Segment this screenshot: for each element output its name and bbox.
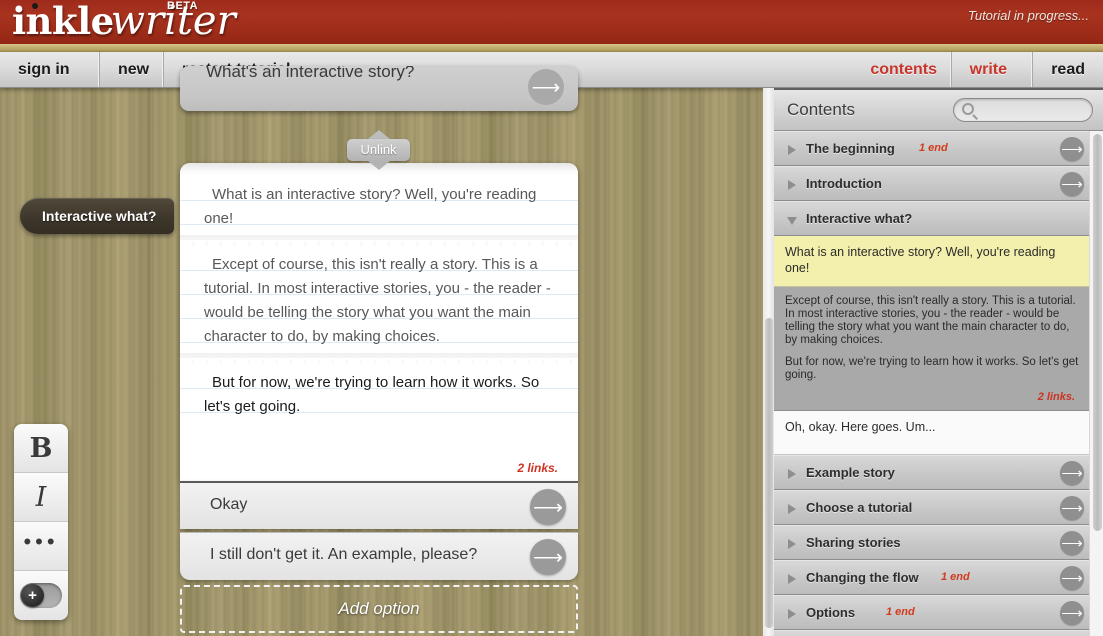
chevron-right-icon[interactable] [788, 504, 796, 514]
nav-sign-in[interactable]: sign in [0, 52, 88, 87]
sidebar-next-line[interactable]: Oh, okay. Here goes. Um... [774, 411, 1103, 455]
unlink-notch-up-icon [367, 130, 390, 139]
contents-list: The beginning 1 end ⟶ Introduction ⟶ Int… [774, 131, 1103, 636]
chevron-right-icon[interactable] [788, 539, 796, 549]
previous-card-title: What's an interactive story? [206, 66, 415, 81]
contents-sidebar: Contents The beginning 1 end ⟶ Introduct… [774, 88, 1103, 636]
links-count-label: 2 links. [517, 461, 558, 475]
chevron-right-icon[interactable] [788, 574, 796, 584]
app-header: inklewriter BETA Tutorial in progress... [0, 0, 1103, 52]
bold-button[interactable]: B [14, 424, 68, 473]
sidebar-item-options[interactable]: Options 1 end ⟶ [774, 595, 1103, 630]
contents-title: Contents [787, 100, 856, 119]
sidebar-links-count: 2 links. [1037, 391, 1075, 403]
arrow-right-icon[interactable]: ⟶ [530, 539, 566, 575]
node-title-tab[interactable]: Interactive what? [20, 198, 175, 234]
sidebar-item-introduction[interactable]: Introduction ⟶ [774, 166, 1103, 201]
paper-tear-divider-1 [180, 235, 578, 247]
paragraph-1[interactable]: What is an interactive story? Well, you'… [180, 177, 578, 235]
paragraph-3-text: But for now, we're trying to learn how i… [204, 374, 540, 415]
add-toggle-button[interactable]: + [14, 571, 68, 620]
sidebar-item-interactive-what[interactable]: Interactive what? [774, 201, 1103, 236]
sidebar-item-label: Example story [806, 465, 895, 480]
unlink-label[interactable]: Unlink [347, 139, 410, 161]
story-column: What's an interactive story? ⟶ Unlink Wh… [180, 66, 578, 636]
sidebar-item-example-story[interactable]: Example story ⟶ [774, 455, 1103, 490]
sidebar-item-the-beginning[interactable]: The beginning 1 end ⟶ [774, 131, 1103, 166]
end-count-badge: 1 end [886, 606, 915, 618]
search-input[interactable] [953, 98, 1093, 122]
sidebar-highlighted-paragraph[interactable]: What is an interactive story? Well, you'… [774, 236, 1103, 287]
sidebar-item-label: Sharing stories [806, 535, 901, 550]
sidebar-grey-paragraph-block[interactable]: Except of course, this isn't really a st… [774, 287, 1103, 411]
sidebar-item-the-contents-list[interactable]: The Contents List ⟶ [774, 630, 1103, 636]
arrow-right-icon[interactable]: ⟶ [530, 489, 566, 525]
sidebar-scrollbar[interactable] [1089, 131, 1103, 636]
format-toolbar: B I ••• + [14, 424, 68, 620]
sidebar-item-label: Choose a tutorial [806, 500, 913, 515]
sidebar-item-label: Changing the flow [806, 570, 919, 585]
plus-icon: + [21, 584, 44, 607]
unlink-badge[interactable]: Unlink [347, 130, 410, 170]
italic-button[interactable]: I [14, 473, 68, 522]
arrow-right-icon[interactable]: ⟶ [1060, 566, 1084, 590]
arrow-right-icon[interactable]: ⟶ [1060, 461, 1084, 485]
story-text-card[interactable]: What is an interactive story? Well, you'… [180, 163, 578, 481]
sidebar-item-sharing-stories[interactable]: Sharing stories ⟶ [774, 525, 1103, 560]
app-root: inklewriter BETA Tutorial in progress...… [0, 0, 1103, 636]
paragraph-1-text: What is an interactive story? Well, you'… [204, 186, 537, 227]
sidebar-item-label: Introduction [806, 176, 882, 191]
contents-header: Contents [774, 90, 1103, 131]
end-count-badge: 1 end [941, 571, 970, 583]
sidebar-item-label: Options [806, 605, 856, 620]
nav-contents[interactable]: contents [852, 52, 955, 87]
paragraph-3[interactable]: But for now, we're trying to learn how i… [180, 365, 578, 423]
chevron-right-icon[interactable] [788, 180, 796, 190]
arrow-right-icon[interactable]: ⟶ [1060, 172, 1084, 196]
option-label: I still don't get it. An example, please… [210, 546, 478, 563]
end-count-badge: 1 end [919, 142, 948, 154]
logo-dot [32, 3, 38, 9]
story-scrollbar-thumb[interactable] [765, 318, 773, 628]
tutorial-status-text: Tutorial in progress... [967, 8, 1089, 23]
nav-read[interactable]: read [1032, 52, 1103, 87]
chevron-right-icon[interactable] [788, 609, 796, 619]
sidebar-item-label: Interactive what? [806, 211, 913, 226]
sidebar-paragraph-2: But for now, we're trying to learn how i… [785, 356, 1079, 381]
previous-story-card[interactable]: What's an interactive story? ⟶ [180, 66, 578, 111]
more-options-button[interactable]: ••• [14, 522, 68, 571]
nav-new[interactable]: new [99, 52, 167, 87]
paragraph-2-text: Except of course, this isn't really a st… [204, 256, 551, 345]
logo-beta-badge: BETA [167, 0, 199, 12]
chevron-down-icon[interactable] [787, 217, 797, 225]
add-switch[interactable]: + [20, 583, 62, 608]
story-option-example[interactable]: I still don't get it. An example, please… [180, 532, 578, 580]
sidebar-paragraph-1: Except of course, this isn't really a st… [785, 295, 1076, 346]
arrow-right-icon: ⟶ [528, 69, 564, 105]
logo-ink-text: inkle [12, 0, 114, 43]
story-scrollbar[interactable] [763, 88, 774, 636]
arrow-right-icon[interactable]: ⟶ [1060, 531, 1084, 555]
sidebar-item-changing-the-flow[interactable]: Changing the flow 1 end ⟶ [774, 560, 1103, 595]
arrow-right-icon[interactable]: ⟶ [1060, 137, 1084, 161]
chevron-right-icon[interactable] [788, 145, 796, 155]
sidebar-scrollbar-thumb[interactable] [1093, 134, 1102, 531]
sidebar-item-label: The beginning [806, 141, 895, 156]
add-option-button[interactable]: Add option [180, 585, 578, 633]
unlink-notch-down-icon [367, 161, 390, 170]
nav-write[interactable]: write [950, 52, 1025, 87]
sidebar-item-choose-a-tutorial[interactable]: Choose a tutorial ⟶ [774, 490, 1103, 525]
inklewriter-logo[interactable]: inklewriter BETA [12, 0, 236, 44]
paragraph-2[interactable]: Except of course, this isn't really a st… [180, 247, 578, 353]
search-icon [962, 103, 974, 115]
paper-tear-divider-2 [180, 353, 578, 365]
arrow-right-icon[interactable]: ⟶ [1060, 496, 1084, 520]
arrow-right-icon[interactable]: ⟶ [1060, 601, 1084, 625]
chevron-right-icon[interactable] [788, 469, 796, 479]
story-option-okay[interactable]: Okay ⟶ [180, 481, 578, 529]
option-label: Okay [210, 496, 248, 513]
